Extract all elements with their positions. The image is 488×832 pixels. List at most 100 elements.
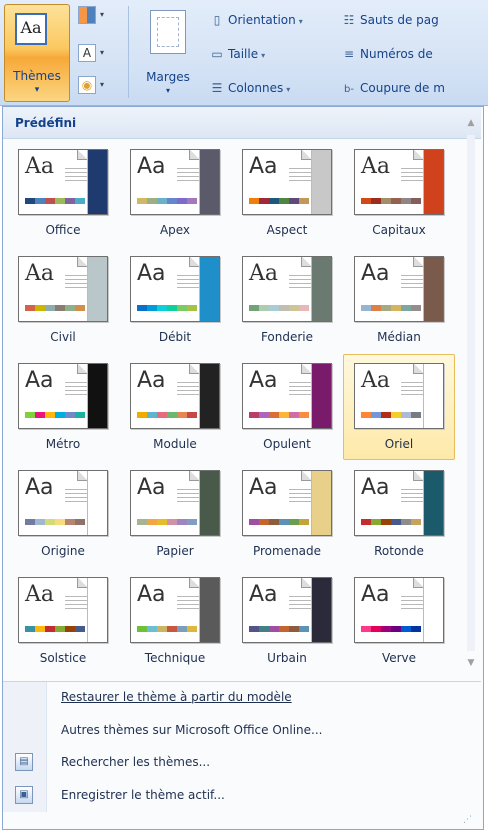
theme-sample-text: Aa <box>25 582 55 607</box>
themes-gallery-dropdown: Prédéfini Aa Office Aa Apex Aa Aspect Aa Capita… <box>2 106 484 830</box>
theme-tile[interactable]: Aa Aspect <box>231 140 343 246</box>
color-swatch <box>35 198 45 204</box>
theme-color-swatches <box>361 519 421 525</box>
theme-tile[interactable]: Aa Opulent <box>231 354 343 460</box>
color-swatch <box>289 305 299 311</box>
page-fold-icon <box>301 257 311 267</box>
theme-tile[interactable]: Aa Oriel <box>343 354 455 460</box>
color-swatch <box>401 519 411 525</box>
hyphenation-button[interactable]: b- Coupure de m <box>340 78 445 98</box>
theme-tile[interactable]: Aa Papier <box>119 461 231 567</box>
more-themes-online-item[interactable]: Autres thèmes sur Microsoft Office Onlin… <box>61 717 323 743</box>
save-theme-item[interactable]: Enregistrer le thème actif... <box>61 782 225 808</box>
color-swatch <box>157 626 167 632</box>
theme-tile[interactable]: Aa Débit <box>119 247 231 353</box>
theme-accent-bar <box>199 471 219 535</box>
gallery-scrollbar[interactable]: ▲ ▼ <box>463 115 479 671</box>
themes-button[interactable]: Aa Thèmes ▾ <box>4 4 70 102</box>
theme-sample-text: Aa <box>361 261 390 286</box>
color-swatch <box>381 412 391 418</box>
browse-themes-item[interactable]: Rechercher les thèmes... <box>61 749 210 775</box>
color-swatch <box>25 626 35 632</box>
theme-accent-bar <box>87 150 107 214</box>
theme-tile[interactable]: Aa Solstice <box>7 568 119 674</box>
orientation-button[interactable]: ▯ Orientation ▾ <box>208 10 303 30</box>
color-swatch <box>289 412 299 418</box>
color-swatch <box>299 519 309 525</box>
theme-tile[interactable]: Aa Urbain <box>231 568 343 674</box>
theme-colors-button[interactable] <box>78 6 96 24</box>
scroll-down-icon[interactable]: ▼ <box>463 655 479 671</box>
page-fold-icon <box>77 471 87 481</box>
theme-fonts-button[interactable]: A <box>78 44 96 62</box>
theme-preview-thumbnail: Aa <box>242 363 332 429</box>
page-fold-icon <box>301 364 311 374</box>
theme-name-label: Débit <box>158 330 192 344</box>
orientation-label: Orientation <box>228 13 296 27</box>
size-button[interactable]: ▭ Taille ▾ <box>208 44 265 64</box>
chevron-down-icon: ▾ <box>261 51 266 60</box>
color-swatch <box>147 305 157 311</box>
theme-tile[interactable]: Aa Apex <box>119 140 231 246</box>
page-fold-icon <box>77 150 87 160</box>
theme-name-label: Technique <box>144 651 206 665</box>
theme-tile[interactable]: Aa Technique <box>119 568 231 674</box>
theme-sample-text: Aa <box>25 368 54 393</box>
theme-name-label: Apex <box>159 223 191 237</box>
color-swatch <box>411 626 421 632</box>
theme-sample-text: Aa <box>25 261 55 286</box>
margins-icon[interactable] <box>150 10 186 54</box>
theme-preview-thumbnail: Aa <box>130 577 220 643</box>
theme-sample-text: Aa <box>361 475 390 500</box>
theme-name-label: Office <box>45 223 81 237</box>
theme-preview-thumbnail: Aa <box>18 577 108 643</box>
color-swatch <box>137 198 147 204</box>
theme-sample-text: Aa <box>137 261 166 286</box>
page-breaks-button[interactable]: ☷ Sauts de pag <box>340 10 439 30</box>
theme-accent-bar <box>311 364 331 428</box>
theme-sample-text: Aa <box>25 154 55 179</box>
theme-tile[interactable]: Aa Promenade <box>231 461 343 567</box>
line-numbers-icon: ≡ <box>343 47 355 61</box>
theme-effects-button[interactable]: ◉ <box>78 76 96 94</box>
margins-button-label[interactable]: Marges <box>140 70 196 84</box>
theme-color-swatches <box>137 412 197 418</box>
page-fold-icon <box>301 150 311 160</box>
page-fold-icon <box>413 150 423 160</box>
restore-theme-item[interactable]: Restaurer le thème à partir du modèle <box>61 684 292 710</box>
theme-tile[interactable]: Aa Civil <box>7 247 119 353</box>
theme-accent-bar <box>311 578 331 642</box>
color-swatch <box>279 519 289 525</box>
color-swatch <box>167 198 177 204</box>
color-swatch <box>45 305 55 311</box>
line-numbers-button[interactable]: ≡ Numéros de <box>340 44 433 64</box>
columns-button[interactable]: ☰ Colonnes ▾ <box>208 78 291 98</box>
color-swatch <box>187 626 197 632</box>
resize-grip-icon[interactable]: ⋰ <box>463 815 473 825</box>
theme-name-label: Verve <box>381 651 417 665</box>
group-separator <box>128 6 129 98</box>
theme-tile[interactable]: Aa Métro <box>7 354 119 460</box>
color-swatch <box>299 198 309 204</box>
theme-tile[interactable]: Aa Fonderie <box>231 247 343 353</box>
theme-tile[interactable]: Aa Rotonde <box>343 461 455 567</box>
color-swatch <box>187 412 197 418</box>
color-swatch <box>289 626 299 632</box>
theme-text-lines <box>289 596 311 610</box>
themes-icon: Aa <box>15 13 47 45</box>
theme-tile[interactable]: Aa Office <box>7 140 119 246</box>
color-swatch <box>259 519 269 525</box>
color-swatch <box>55 626 65 632</box>
scroll-up-icon[interactable]: ▲ <box>463 115 479 131</box>
color-swatch <box>177 412 187 418</box>
theme-tile[interactable]: Aa Verve <box>343 568 455 674</box>
theme-tile[interactable]: Aa Médian <box>343 247 455 353</box>
theme-tile[interactable]: Aa Origine <box>7 461 119 567</box>
color-swatch <box>137 305 147 311</box>
scroll-track[interactable] <box>467 135 475 651</box>
theme-color-swatches <box>361 198 421 204</box>
theme-tile[interactable]: Aa Module <box>119 354 231 460</box>
theme-text-lines <box>401 489 423 503</box>
theme-color-swatches <box>361 305 421 311</box>
theme-tile[interactable]: Aa Capitaux <box>343 140 455 246</box>
